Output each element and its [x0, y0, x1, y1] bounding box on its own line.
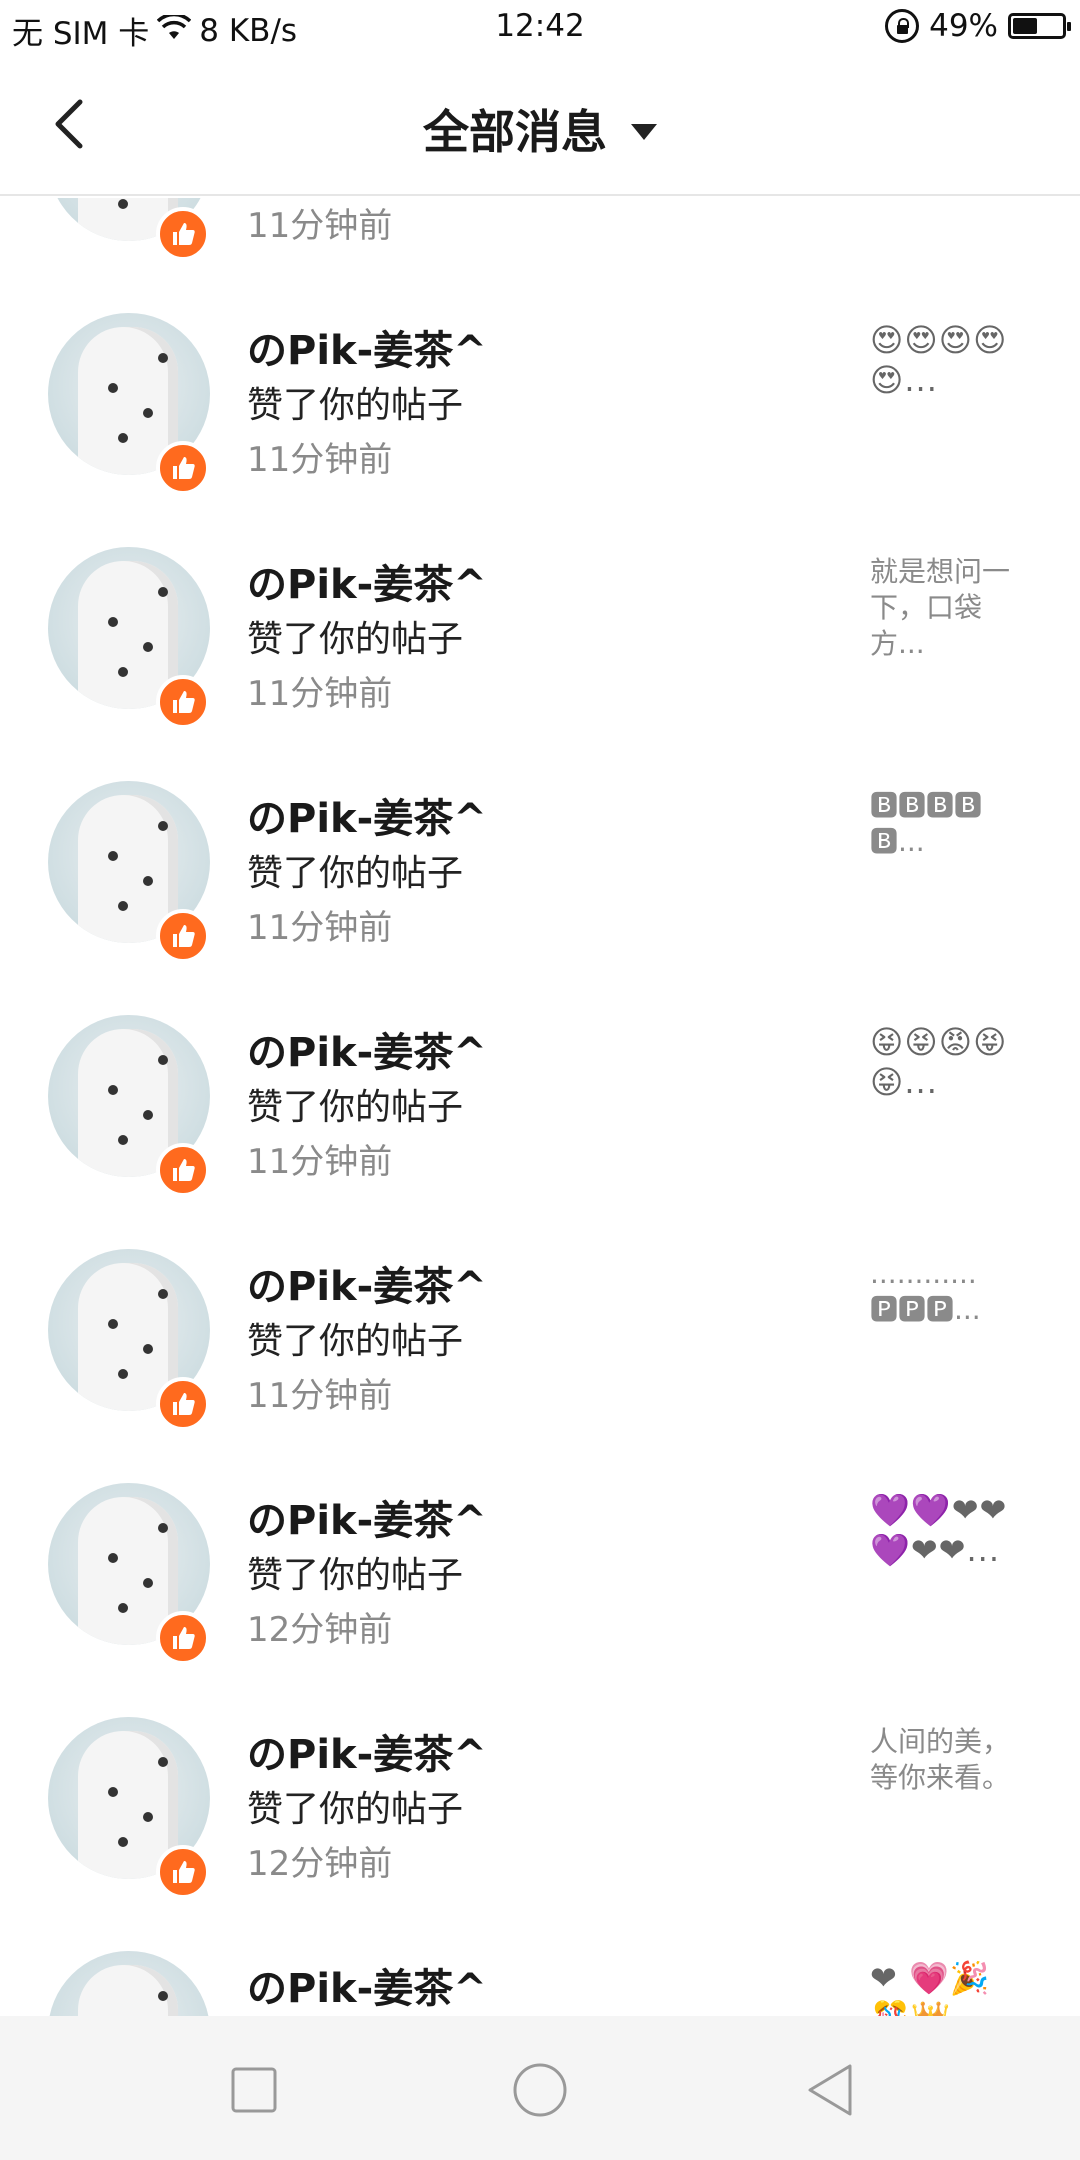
message-list-inner: のPik-姜茶^ 赞了你的帖子 11分钟前 のPik-姜茶^ 赞了你的帖子 11… [0, 198, 1080, 2016]
list-item[interactable]: のPik-姜茶^ 赞了你的帖子 12分钟前 人间的美，等你来看。 [0, 1662, 1080, 1899]
avatar-spot [143, 642, 153, 652]
rotation-lock-icon [885, 9, 920, 43]
like-badge-icon [156, 207, 210, 261]
avatar-spot [143, 876, 153, 886]
like-badge-icon [156, 1143, 210, 1197]
timestamp: 11分钟前 [247, 440, 393, 480]
avatar-spot [158, 1055, 168, 1065]
post-preview[interactable]: ............🅿🅿🅿... [870, 1256, 1030, 1328]
battery-icon [1008, 13, 1071, 39]
post-preview[interactable]: 💜💜❤❤💜❤❤... [870, 1490, 1030, 1570]
user-name[interactable]: のPik-姜茶^ [247, 1488, 487, 1546]
list-item[interactable]: のPik-姜茶^ 赞了你的帖子 11分钟前 ............🅿🅿🅿... [0, 1194, 1080, 1431]
avatar-spot [118, 1369, 128, 1379]
list-item[interactable]: のPik-姜茶^ 赞了你的帖子 12分钟前 💜💜❤❤💜❤❤... [0, 1428, 1080, 1665]
avatar-spot [143, 1578, 153, 1588]
caret-down-icon [631, 124, 657, 140]
avatar-spot [108, 851, 118, 861]
like-badge-icon [156, 909, 210, 963]
list-item[interactable]: のPik-姜茶^ 赞了你的帖子 11分钟前 🅱🅱🅱🅱🅱... [0, 726, 1080, 963]
list-item[interactable]: のPik-姜茶^ 赞了你的帖子 11分钟前 就是想问一下，口袋方... [0, 492, 1080, 729]
avatar-spot [118, 1603, 128, 1613]
avatar-spot [118, 1837, 128, 1847]
list-item[interactable]: のPik-姜茶^ 赞了你的帖子 11分钟前 😝😝😡😝😝... [0, 960, 1080, 1197]
header-bar: 全部消息 [0, 56, 1080, 196]
timestamp: 11分钟前 [247, 674, 393, 714]
avatar-spot [108, 1085, 118, 1095]
avatar-spot [108, 617, 118, 627]
post-preview[interactable]: 😝😝😡😝😝... [870, 1022, 1030, 1102]
avatar-spot [108, 1553, 118, 1563]
avatar-spot [118, 433, 128, 443]
avatar-spot [108, 1787, 118, 1797]
avatar-spot [158, 353, 168, 363]
avatar-spot [108, 383, 118, 393]
battery-level [1013, 18, 1037, 34]
action-text: 赞了你的帖子 [247, 619, 464, 660]
back-nav-button[interactable] [800, 2060, 860, 2120]
action-text: 赞了你的帖子 [247, 853, 464, 894]
timestamp: 11分钟前 [247, 206, 393, 246]
post-preview[interactable]: 人间的美，等你来看。 [870, 1724, 1030, 1796]
post-preview[interactable]: 😍😍😍😍😍... [870, 320, 1030, 400]
action-text: 赞了你的帖子 [247, 1789, 464, 1830]
like-badge-icon [156, 1611, 210, 1665]
avatar-spot [143, 1110, 153, 1120]
like-badge-icon [156, 1845, 210, 1899]
like-badge-icon [156, 1377, 210, 1431]
square-icon [231, 2067, 277, 2113]
user-name[interactable]: のPik-姜茶^ [247, 1020, 487, 1078]
avatar-spot [143, 1344, 153, 1354]
system-nav-bar [0, 2016, 1080, 2160]
avatar-spot [158, 1289, 168, 1299]
user-name[interactable]: のPik-姜茶^ [247, 1254, 487, 1312]
avatar-spot [158, 821, 168, 831]
user-name[interactable]: のPik-姜茶^ [247, 1956, 487, 2014]
avatar[interactable] [48, 1951, 210, 2016]
post-preview[interactable]: 🅱🅱🅱🅱🅱... [870, 788, 1030, 860]
list-item[interactable]: のPik-姜茶^ 赞了你的帖子 11分钟前 😍😍😍😍😍... [0, 258, 1080, 495]
timestamp: 11分钟前 [247, 908, 393, 948]
avatar-spot [143, 1812, 153, 1822]
avatar-spot [143, 408, 153, 418]
status-bar: 无 SIM 卡 8 KB/s 12:42 49% [0, 0, 1080, 56]
action-text: 赞了你的帖子 [247, 1321, 464, 1362]
timestamp: 11分钟前 [247, 1376, 393, 1416]
like-badge-icon [156, 441, 210, 495]
list-item[interactable]: のPik-姜茶^ ❤ 💗🎉🎊👑... [0, 1896, 1080, 2016]
page-title: 全部消息 [423, 105, 607, 159]
avatar-spot [158, 1523, 168, 1533]
avatar-spot [158, 587, 168, 597]
post-preview[interactable]: 就是想问一下，口袋方... [870, 554, 1030, 662]
message-list[interactable]: のPik-姜茶^ 赞了你的帖子 11分钟前 のPik-姜茶^ 赞了你的帖子 11… [0, 198, 1080, 2016]
triangle-back-icon [808, 2064, 852, 2116]
filter-dropdown[interactable]: 全部消息 [0, 96, 1080, 162]
action-text: 赞了你的帖子 [247, 385, 464, 426]
avatar-spot [118, 901, 128, 911]
user-name[interactable]: のPik-姜茶^ [247, 786, 487, 844]
status-right: 49% [885, 8, 1071, 44]
post-preview[interactable]: ❤ 💗🎉🎊👑... [870, 1958, 1030, 2016]
avatar-spot [118, 1135, 128, 1145]
avatar-spot [118, 199, 128, 209]
list-item[interactable]: のPik-姜茶^ 赞了你的帖子 11分钟前 [0, 198, 1080, 261]
avatar-spot [158, 1757, 168, 1767]
timestamp: 12分钟前 [247, 1844, 393, 1884]
home-button[interactable] [510, 2060, 570, 2120]
user-name[interactable]: のPik-姜茶^ [247, 1722, 487, 1780]
action-text: 赞了你的帖子 [247, 1555, 464, 1596]
circle-icon [513, 2063, 567, 2117]
like-badge-icon [156, 675, 210, 729]
avatar-spot [118, 667, 128, 677]
avatar-spot [108, 1319, 118, 1329]
user-name[interactable]: のPik-姜茶^ [247, 318, 487, 376]
avatar-spot [158, 1991, 168, 2001]
battery-percent: 49% [929, 8, 998, 44]
timestamp: 12分钟前 [247, 1610, 393, 1650]
recent-apps-button[interactable] [224, 2060, 284, 2120]
user-name[interactable]: のPik-姜茶^ [247, 552, 487, 610]
timestamp: 11分钟前 [247, 1142, 393, 1182]
action-text: 赞了你的帖子 [247, 1087, 464, 1128]
